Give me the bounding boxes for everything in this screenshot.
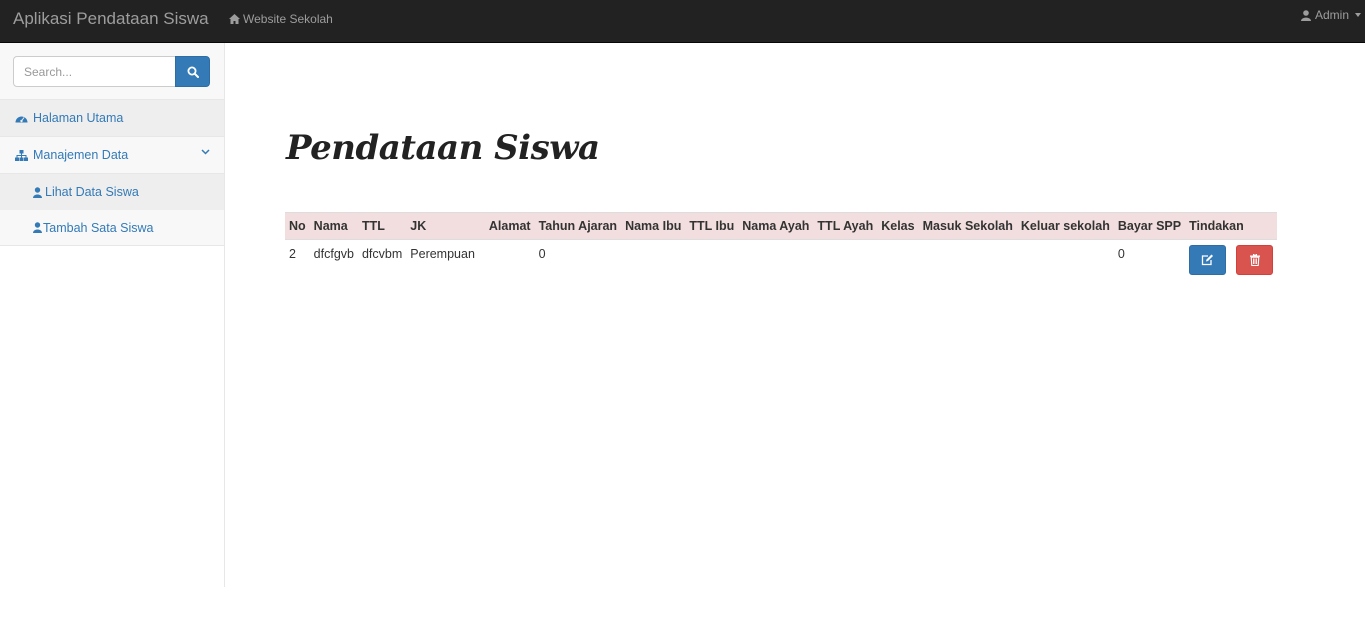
sidebar-item-lihat-data-siswa[interactable]: Lihat Data Siswa [0,174,224,210]
home-icon [229,14,240,24]
edit-button[interactable] [1189,245,1227,275]
app-brand[interactable]: Aplikasi Pendataan Siswa [13,10,209,28]
sidebar-item-label: Halaman Utama [33,111,124,125]
cell-tahun-ajaran: 0 [534,239,622,280]
sidebar-item-label: Lihat Data Siswa [45,185,139,199]
sidebar-search [0,43,224,100]
cell-jk: Perempuan [406,239,485,280]
website-sekolah-label: Website Sekolah [243,12,333,26]
table-row: 2 dfcfgvb dfcvbm Perempuan 0 0 [285,239,1278,280]
cell-ttl-ayah [813,239,878,280]
cell-keluar-sekolah [1016,239,1114,280]
dashboard-icon [15,116,28,123]
search-icon [187,66,199,78]
student-table: No Nama TTL JK Alamat Tahun Ajaran Nama … [285,212,1278,280]
edit-icon [1201,254,1214,266]
search-button[interactable] [175,56,210,87]
sitemap-icon [15,149,28,161]
row-actions [1189,245,1274,275]
cell-kelas [877,239,919,280]
table-header-row: No Nama TTL JK Alamat Tahun Ajaran Nama … [285,212,1278,240]
column-header: Tahun Ajaran [534,212,622,240]
sidebar-item-label: Manajemen Data [33,148,129,162]
column-header: TTL Ayah [813,212,878,240]
column-header: No [285,212,310,240]
user-icon [33,222,42,233]
column-header: Bayar SPP [1113,212,1186,240]
cell-ttl-ibu [685,239,739,280]
column-header: Nama Ibu [621,212,686,240]
column-header: Alamat [484,212,535,240]
user-menu[interactable]: Admin [1300,8,1361,22]
cell-no: 2 [285,239,310,280]
user-icon [1300,9,1311,21]
cell-tindakan [1185,239,1278,280]
sidebar-item-label: Tambah Sata Siswa [43,220,154,235]
cell-masuk-sekolah [918,239,1017,280]
column-header: TTL Ibu [685,212,739,240]
column-header: JK [406,212,485,240]
sidebar-item-manajemen-data[interactable]: Manajemen Data [0,137,224,174]
search-input[interactable] [13,56,176,87]
cell-ttl: dfcvbm [357,239,407,280]
sidebar-item-halaman-utama[interactable]: Halaman Utama [0,100,224,137]
trash-icon [1249,254,1260,266]
cell-alamat [484,239,535,280]
cell-nama-ayah [738,239,814,280]
column-header: Keluar sekolah [1016,212,1114,240]
page-title: Pendataan Siswa [286,128,600,168]
column-header: Nama Ayah [738,212,814,240]
column-header: Tindakan [1185,212,1278,240]
cell-bayar-spp: 0 [1113,239,1186,280]
cell-nama-ibu [621,239,686,280]
delete-button[interactable] [1236,245,1274,275]
sidebar: Halaman Utama Manajemen Data Lihat Data … [0,43,225,587]
cell-nama: dfcfgvb [309,239,358,280]
column-header: TTL [357,212,407,240]
user-name: Admin [1314,8,1349,22]
column-header: Nama [309,212,358,240]
user-icon [33,186,42,198]
sidebar-item-tambah-data-siswa[interactable]: Tambah Sata Siswa [0,210,224,246]
website-sekolah-link[interactable]: Website Sekolah [229,12,333,26]
top-navbar: Aplikasi Pendataan Siswa Website Sekolah… [0,0,1365,43]
chevron-down-icon [201,149,210,155]
column-header: Masuk Sekolah [918,212,1017,240]
column-header: Kelas [877,212,919,240]
caret-down-icon [1355,13,1361,17]
